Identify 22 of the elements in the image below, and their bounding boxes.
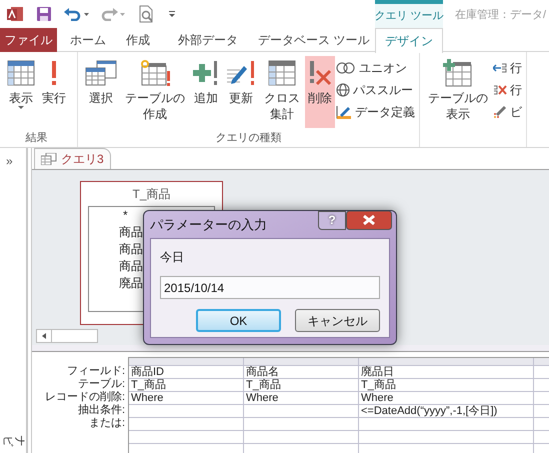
table-title: T_商品 xyxy=(132,186,170,203)
context-tab-title: クエリ ツール xyxy=(375,0,443,28)
row-label: 抽出条件: xyxy=(78,404,125,417)
grid-cell: 商品ID xyxy=(129,366,243,379)
window-title: 在庫管理：データ/ xyxy=(455,8,546,23)
grid-cell: Where xyxy=(244,392,358,405)
grid-cell: T_商品 xyxy=(244,379,358,392)
grid-cell: T_商品 xyxy=(359,379,533,392)
row-label: または: xyxy=(88,417,125,430)
ribbon-group-label: クエリの種類 xyxy=(214,131,282,146)
grid-cell: 廃品日 xyxy=(359,366,533,379)
ribbon-group-label: 結果 xyxy=(24,131,48,146)
row-label: フィールド: xyxy=(66,365,125,378)
row-label: テーブル: xyxy=(78,378,125,391)
dialog-title: パラメーターの入力 xyxy=(150,216,267,234)
grid-cell: Where xyxy=(359,392,533,405)
grid-cell: <=DateAdd(“yyyy”,-1,[今日]) xyxy=(359,405,533,418)
grid-cell: Where xyxy=(129,392,243,405)
prompt-label: 今日 xyxy=(160,249,185,266)
grid-cell: 商品名 xyxy=(244,366,358,379)
row-label: レコードの削除: xyxy=(44,391,125,404)
grid-cell: T_商品 xyxy=(129,379,243,392)
